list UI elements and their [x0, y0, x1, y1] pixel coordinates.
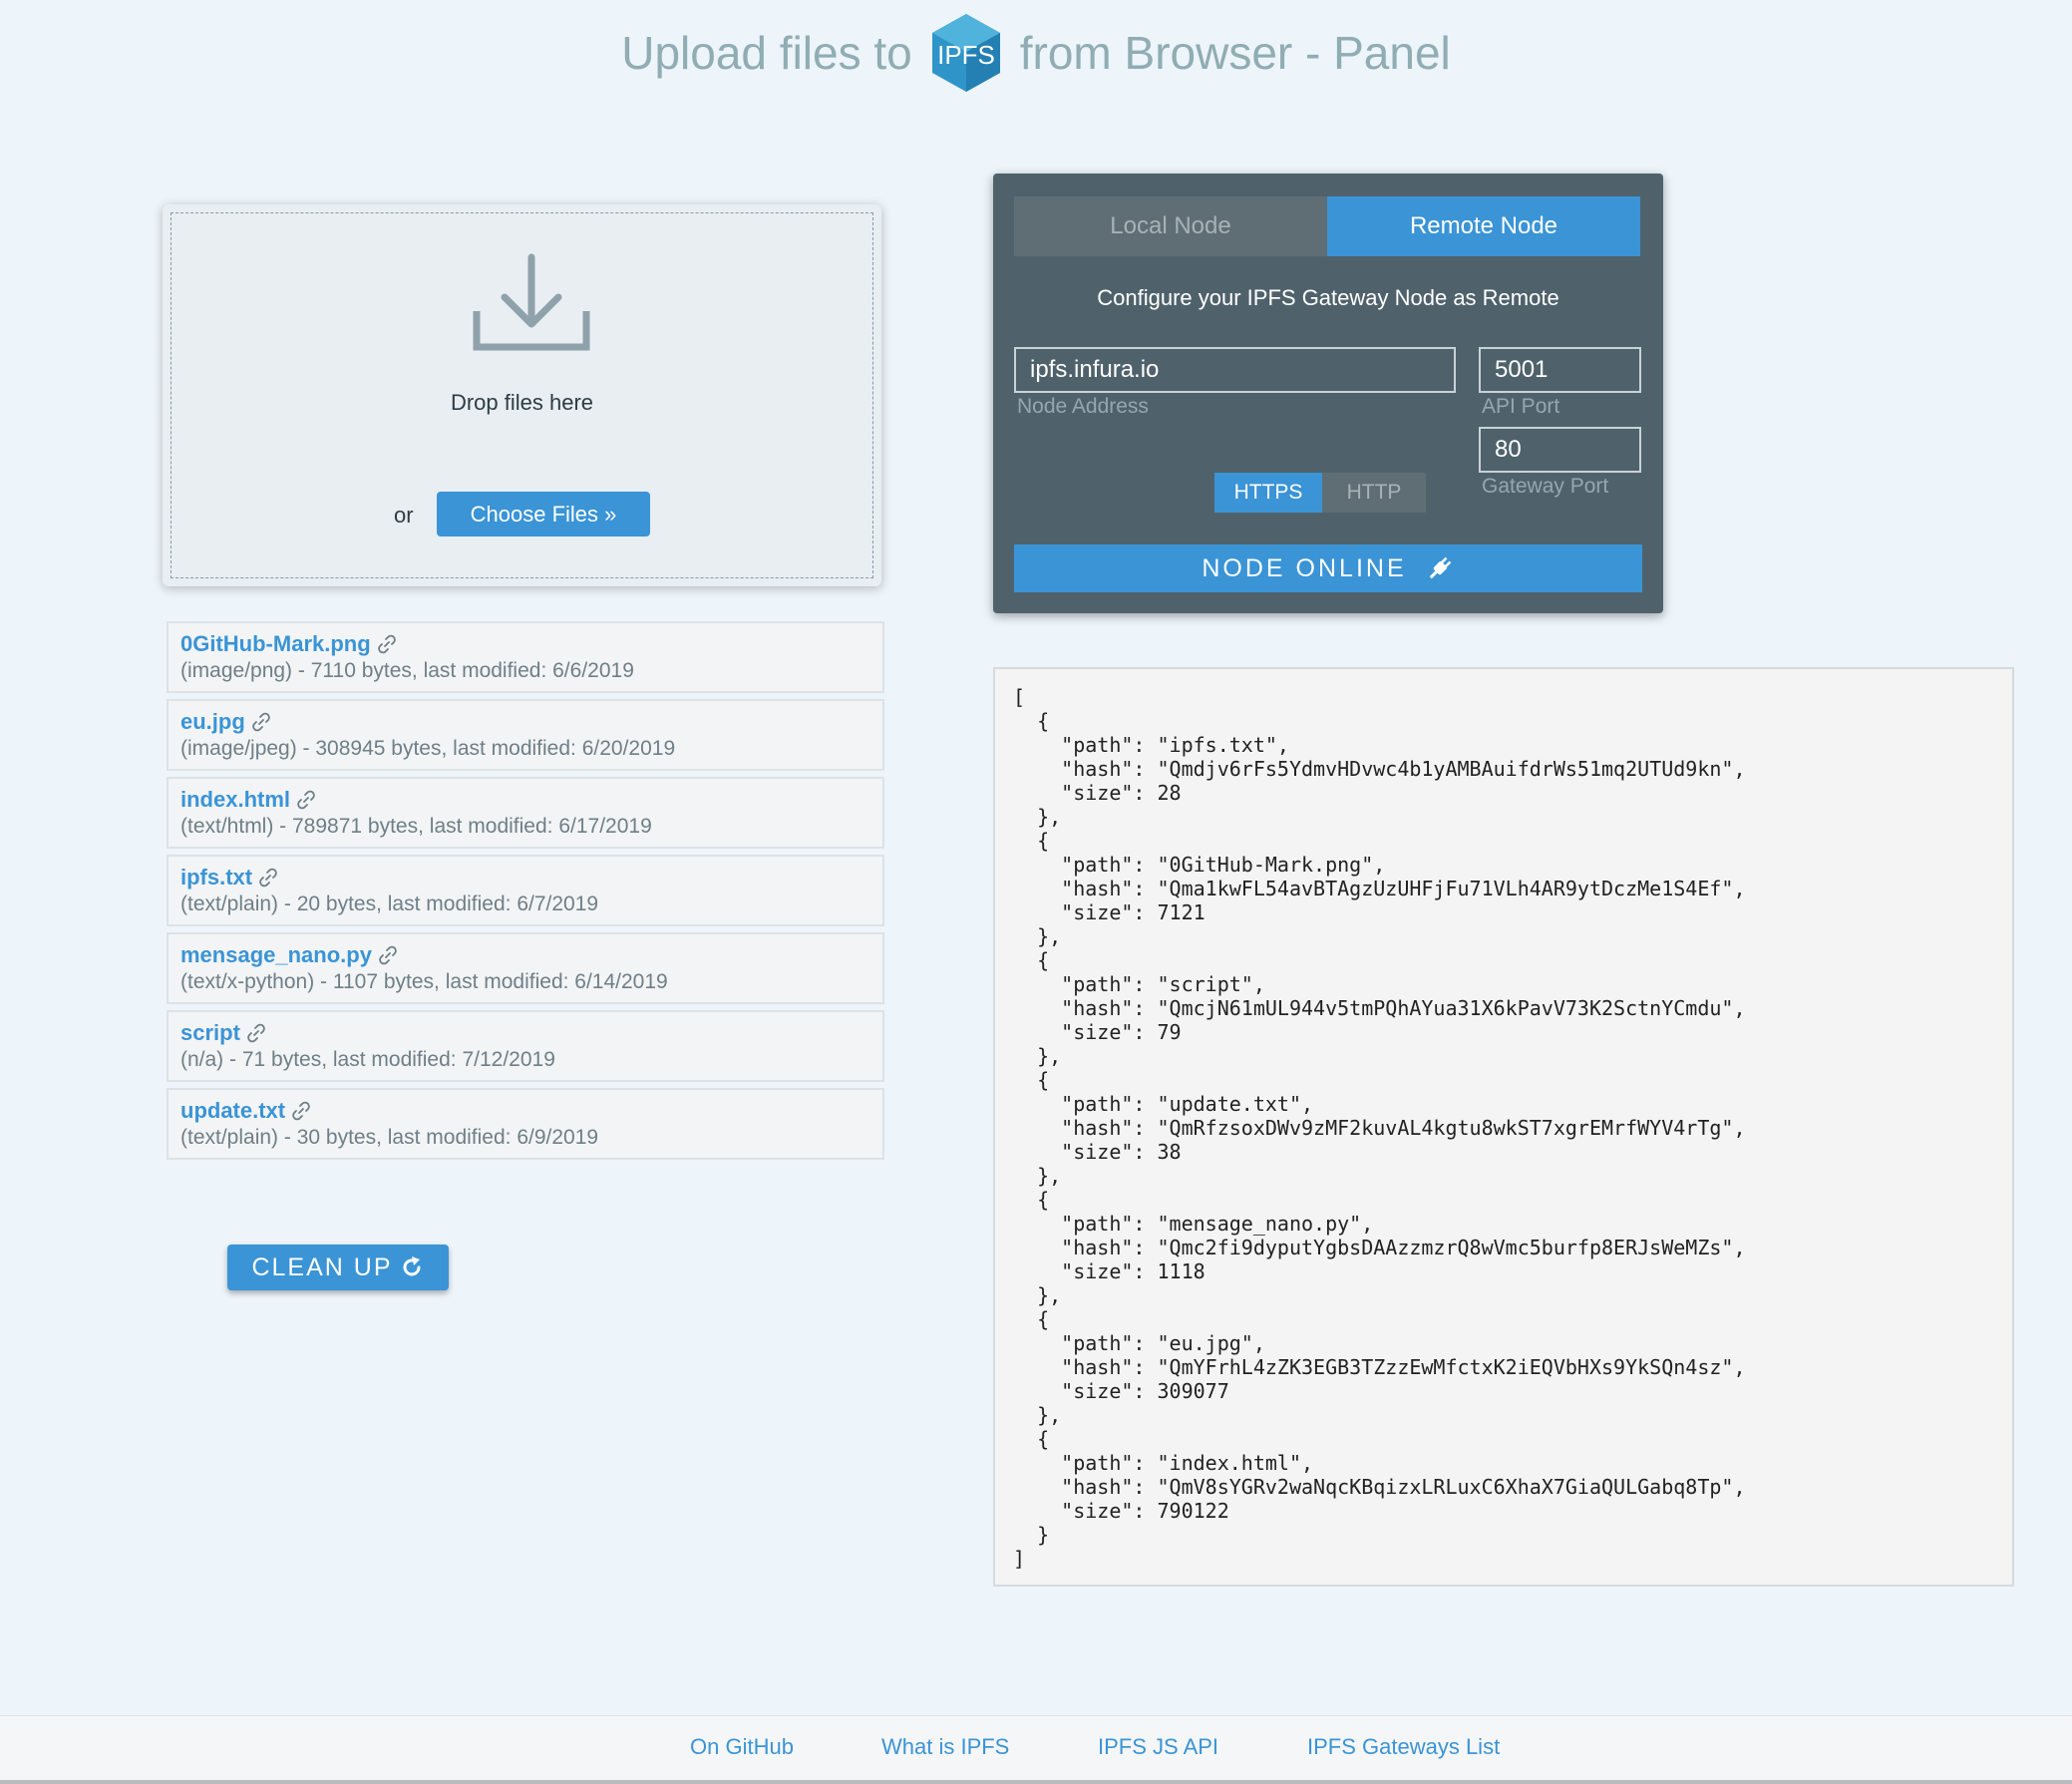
page-header: Upload files to IPFS from Browser - Pane… [0, 8, 2072, 98]
file-item: ipfs.txt (text/plain) - 20 bytes, last m… [167, 855, 884, 926]
json-output-text: [ { "path": "ipfs.txt", "hash": "Qmdjv6r… [1013, 685, 1746, 1571]
link-icon[interactable] [296, 790, 316, 810]
or-label: or [394, 503, 414, 528]
file-meta: (text/html) - 789871 bytes, last modifie… [180, 815, 652, 838]
node-status-text: NODE ONLINE [1202, 553, 1407, 582]
file-name-link[interactable]: index.html [180, 787, 290, 813]
node-address-label: Node Address [1017, 395, 1149, 418]
api-port-input[interactable] [1479, 347, 1641, 393]
protocol-toggle: HTTPS HTTP [1214, 473, 1426, 513]
file-name-link[interactable]: update.txt [180, 1098, 285, 1124]
node-status-bar[interactable]: NODE ONLINE [1014, 544, 1642, 592]
config-description: Configure your IPFS Gateway Node as Remo… [1097, 285, 1559, 310]
download-tray-icon [473, 253, 590, 351]
file-list: 0GitHub-Mark.png (image/png) - 7110 byte… [167, 621, 884, 1166]
file-name-link[interactable]: mensage_nano.py [180, 942, 372, 968]
file-item: 0GitHub-Mark.png (image/png) - 7110 byte… [167, 621, 884, 693]
clean-up-button[interactable]: CLEAN UP [227, 1245, 449, 1290]
file-name-link[interactable]: eu.jpg [180, 709, 245, 735]
drop-files-text: Drop files here [450, 390, 594, 415]
tab-remote-node[interactable]: Remote Node [1327, 196, 1640, 256]
https-option[interactable]: HTTPS [1214, 473, 1322, 513]
node-address-input[interactable] [1014, 347, 1456, 393]
link-icon[interactable] [251, 712, 271, 732]
ipfs-logo-text: IPFS [937, 40, 995, 70]
title-suffix: from Browser - Panel [1019, 27, 1451, 79]
http-option[interactable]: HTTP [1322, 473, 1426, 513]
upload-result-json: [ { "path": "ipfs.txt", "hash": "Qmdjv6r… [993, 667, 2014, 1587]
footer-link-gateways[interactable]: IPFS Gateways List [1307, 1734, 1500, 1760]
footer-link-github[interactable]: On GitHub [690, 1734, 794, 1760]
file-item: update.txt (text/plain) - 30 bytes, last… [167, 1088, 884, 1160]
title-prefix: Upload files to [621, 27, 912, 79]
file-meta: (image/png) - 7110 bytes, last modified:… [180, 659, 634, 682]
file-name-link[interactable]: 0GitHub-Mark.png [180, 631, 371, 657]
file-dropzone[interactable]: Drop files here or Choose Files » [163, 204, 881, 586]
file-item: mensage_nano.py (text/x-python) - 1107 b… [167, 932, 884, 1004]
clean-up-label: CLEAN UP [251, 1252, 393, 1281]
tab-local-node[interactable]: Local Node [1014, 196, 1327, 256]
link-icon[interactable] [291, 1101, 311, 1121]
ipfs-logo-icon: IPFS [931, 14, 1000, 92]
file-meta: (n/a) - 71 bytes, last modified: 7/12/20… [180, 1048, 555, 1071]
file-name-link[interactable]: ipfs.txt [180, 865, 252, 891]
page-footer: On GitHub What is IPFS IPFS JS API IPFS … [0, 1715, 2072, 1784]
link-icon[interactable] [246, 1023, 266, 1043]
plug-icon [1429, 556, 1451, 579]
file-meta: (text/plain) - 20 bytes, last modified: … [180, 892, 599, 915]
file-meta: (image/jpeg) - 308945 bytes, last modifi… [180, 737, 676, 760]
file-item: index.html (text/html) - 789871 bytes, l… [167, 777, 884, 849]
file-name-link[interactable]: script [180, 1020, 240, 1046]
file-meta: (text/x-python) - 1107 bytes, last modif… [180, 970, 668, 993]
gateway-port-input[interactable] [1479, 427, 1641, 473]
choose-files-button[interactable]: Choose Files » [437, 492, 650, 536]
footer-link-what-is-ipfs[interactable]: What is IPFS [881, 1734, 1009, 1760]
file-item: eu.jpg (image/jpeg) - 308945 bytes, last… [167, 699, 884, 771]
footer-link-js-api[interactable]: IPFS JS API [1098, 1734, 1218, 1760]
gateway-port-label: Gateway Port [1482, 475, 1609, 498]
api-port-label: API Port [1482, 395, 1560, 418]
file-meta: (text/plain) - 30 bytes, last modified: … [180, 1126, 599, 1149]
link-icon[interactable] [258, 868, 278, 888]
link-icon[interactable] [377, 634, 397, 654]
dropzone-border: Drop files here or Choose Files » [171, 212, 873, 578]
refresh-icon [403, 1256, 421, 1276]
link-icon[interactable] [378, 945, 398, 965]
node-config-panel: Local Node Remote Node Configure your IP… [993, 174, 1663, 613]
file-item: script (n/a) - 71 bytes, last modified: … [167, 1010, 884, 1082]
